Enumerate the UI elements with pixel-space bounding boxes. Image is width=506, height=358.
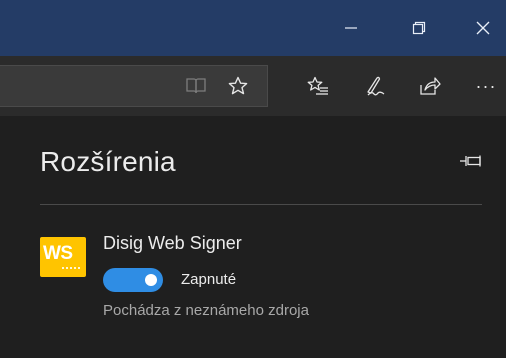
share-icon: [420, 77, 441, 95]
restore-icon: [412, 21, 426, 35]
minimize-button[interactable]: [326, 0, 376, 56]
more-icon: ···: [475, 75, 497, 96]
pin-panel-button[interactable]: [456, 146, 486, 176]
browser-toolbar: ···: [0, 56, 506, 116]
extension-origin: Pochádza z neznámeho zdroja: [103, 302, 309, 319]
web-note-icon: [367, 76, 385, 96]
extension-logo[interactable]: WS: [40, 237, 86, 277]
toggle-knob: [145, 274, 157, 286]
minimize-icon: [345, 27, 357, 29]
close-button[interactable]: [458, 0, 506, 56]
web-note-button[interactable]: [355, 66, 395, 106]
close-icon: [476, 21, 490, 35]
extension-logo-dots: [62, 267, 80, 272]
share-button[interactable]: [410, 66, 450, 106]
reading-view-icon: [186, 78, 206, 94]
more-button[interactable]: ···: [466, 66, 506, 106]
favorites-hub-icon: [307, 76, 328, 95]
pin-icon: [460, 155, 481, 167]
title-bar: [0, 0, 506, 56]
extension-toggle[interactable]: [103, 268, 163, 292]
extension-name[interactable]: Disig Web Signer: [103, 233, 242, 254]
reading-view-button[interactable]: [178, 66, 214, 106]
extension-logo-text: WS: [43, 243, 73, 264]
panel-divider: [40, 204, 482, 205]
extensions-panel: Rozšírenia WS Disig Web Signer Zapnuté P…: [0, 116, 506, 358]
toggle-status-label: Zapnuté: [181, 271, 237, 288]
favorite-star-icon: [228, 76, 248, 95]
favorites-hub-button[interactable]: [298, 66, 338, 106]
address-bar[interactable]: [0, 65, 268, 107]
restore-button[interactable]: [394, 0, 444, 56]
panel-title: Rozšírenia: [40, 146, 176, 177]
favorite-star-button[interactable]: [220, 66, 256, 106]
